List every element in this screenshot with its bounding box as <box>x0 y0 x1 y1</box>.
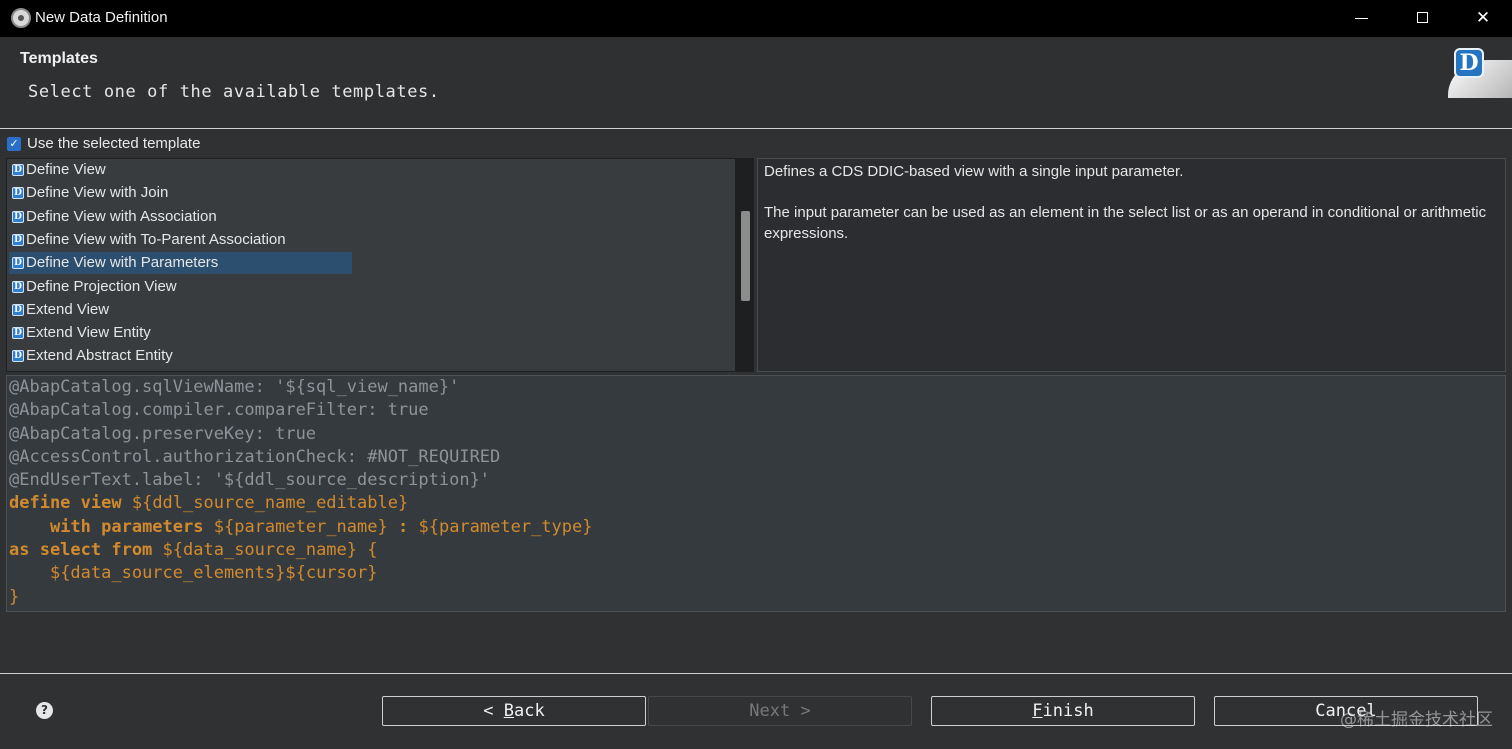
template-item-define-view-parameters[interactable]: D Define View with Parameters <box>9 252 352 275</box>
description-paragraph-2: The input parameter can be used as an el… <box>764 204 1487 242</box>
title-bar: New Data Definition ✕ <box>0 0 1512 37</box>
maximize-icon <box>1417 12 1428 23</box>
template-item-define-view-association[interactable]: D Define View with Association <box>9 206 352 228</box>
code-line: @AbapCatalog.compiler.compareFilter: tru… <box>9 400 429 421</box>
template-item-define-projection-view[interactable]: D Define Projection View <box>9 276 352 298</box>
code-line: } <box>9 586 20 607</box>
ddl-template-icon: D <box>12 350 24 363</box>
code-line: @AbapCatalog.preserveKey: true <box>9 423 317 444</box>
ddl-template-icon: D <box>12 280 24 293</box>
ddl-template-icon: D <box>12 303 24 316</box>
use-template-checkbox[interactable]: ✓ <box>7 137 21 151</box>
code-line: ${data_source_elements}${cursor} <box>49 563 378 584</box>
page-description: Select one of the available templates. <box>28 82 440 102</box>
help-icon[interactable]: ? <box>36 702 53 719</box>
template-preview: @AbapCatalog.sqlViewName: '${sql_view_na… <box>6 375 1506 612</box>
template-item-extend-view[interactable]: D Extend View <box>9 299 352 321</box>
code-line: with parameters ${parameter_name} : ${pa… <box>49 516 593 537</box>
page-title: Templates <box>20 50 98 67</box>
template-item-define-view-to-parent[interactable]: D Define View with To-Parent Association <box>9 229 352 251</box>
ddl-template-icon: D <box>12 233 24 246</box>
next-button[interactable]: Next > <box>648 696 912 726</box>
finish-button[interactable]: Finish <box>931 696 1195 726</box>
close-icon: ✕ <box>1475 8 1491 28</box>
ddl-template-icon: D <box>12 327 24 340</box>
template-list-scrollbar[interactable] <box>735 159 753 371</box>
code-line: @AccessControl.authorizationCheck: #NOT_… <box>9 446 501 467</box>
template-item-extend-view-entity[interactable]: D Extend View Entity <box>9 322 352 344</box>
scrollbar-thumb[interactable] <box>741 211 750 301</box>
ddl-template-icon: D <box>12 187 24 200</box>
maximize-button[interactable] <box>1394 0 1452 37</box>
minimize-button[interactable] <box>1334 0 1392 37</box>
description-paragraph-1: Defines a CDS DDIC-based view with a sin… <box>764 163 1184 180</box>
wizard-header: Templates Select one of the available te… <box>0 37 1512 128</box>
ddl-template-icon: D <box>12 164 24 176</box>
wizard-banner-icon: D <box>1448 42 1512 98</box>
close-button[interactable]: ✕ <box>1454 0 1512 37</box>
window-title: New Data Definition <box>35 9 168 26</box>
ddl-template-icon: D <box>12 257 24 270</box>
use-template-label[interactable]: Use the selected template <box>27 135 200 152</box>
footer-separator <box>0 673 1512 674</box>
template-list[interactable]: D Define View D Define View with Join D Def… <box>6 158 754 372</box>
template-item-extend-abstract-entity[interactable]: D Extend Abstract Entity <box>9 345 352 367</box>
eclipse-app-icon <box>11 8 31 28</box>
minimize-icon <box>1355 18 1368 19</box>
watermark: @稀土掘金技术社区 <box>1340 710 1493 730</box>
ddl-template-icon: D <box>12 210 24 223</box>
template-item-define-view[interactable]: D Define View <box>9 159 352 181</box>
code-line: define view ${ddl_source_name_editable} <box>9 493 409 514</box>
code-line: @AbapCatalog.sqlViewName: '${sql_view_na… <box>9 377 460 397</box>
header-separator <box>0 128 1512 129</box>
code-line: @EndUserText.label: '${ddl_source_descri… <box>9 470 491 491</box>
template-description-panel: Defines a CDS DDIC-based view with a sin… <box>757 158 1506 372</box>
code-line: as select from ${data_source_name} { <box>9 540 378 561</box>
back-button[interactable]: < Back <box>382 696 646 726</box>
template-item-define-view-join[interactable]: D Define View with Join <box>9 182 352 204</box>
